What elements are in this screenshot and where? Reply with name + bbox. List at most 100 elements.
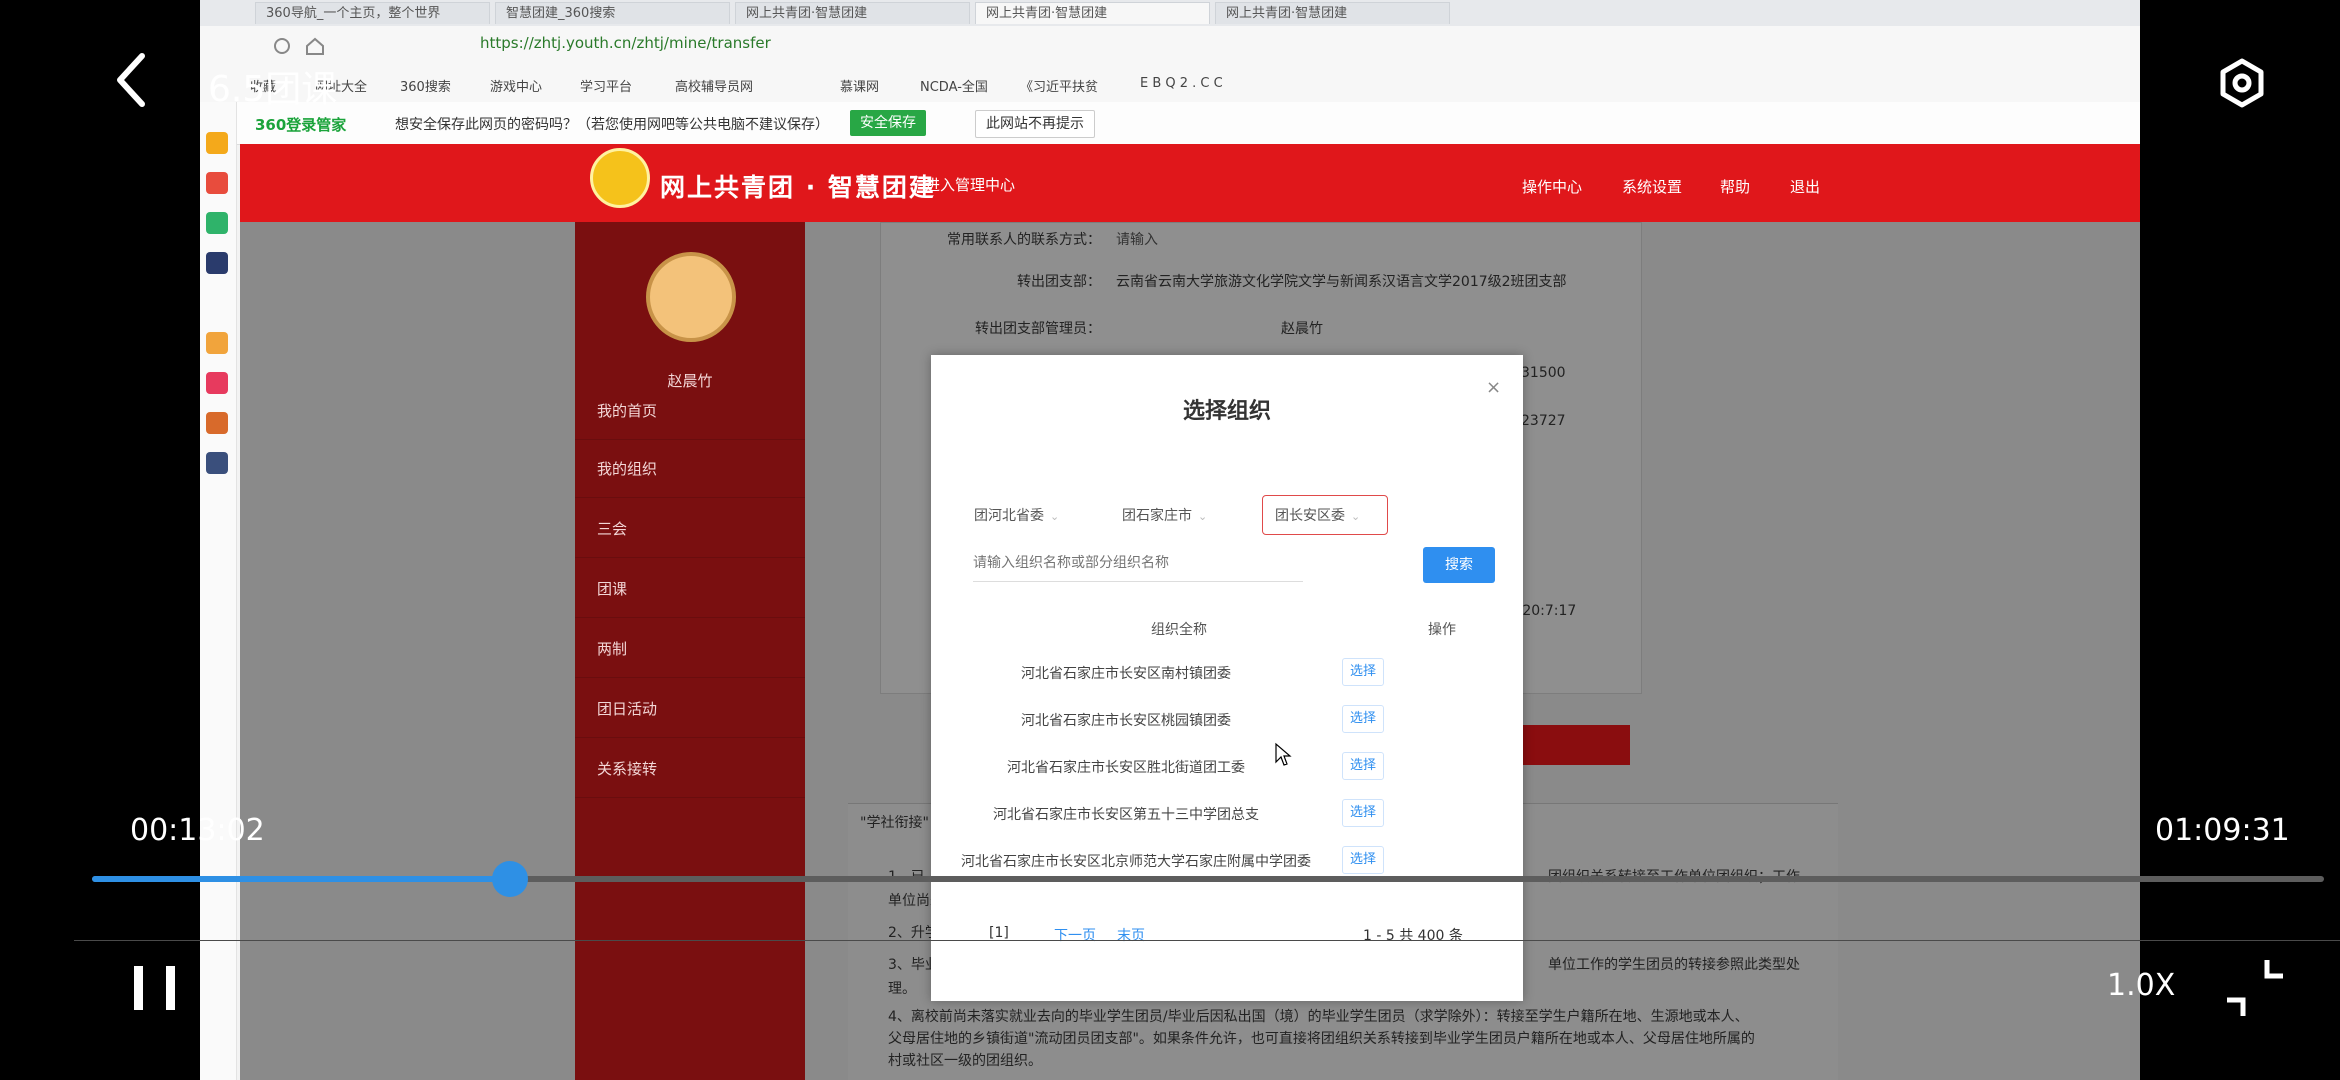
- chevron-down-icon: ⌄: [1050, 510, 1060, 523]
- select-org-button[interactable]: 选择: [1342, 846, 1384, 874]
- never-prompt-button[interactable]: 此网站不再提示: [975, 110, 1095, 138]
- form-value: 云南省云南大学旅游文化学院文学与新闻系汉语言文学2017级2班团支部: [1116, 274, 1567, 290]
- browser-tab-active[interactable]: 网上共青团·智慧团建: [975, 2, 1210, 24]
- url-text[interactable]: https://zhtj.youth.cn/zhtj/mine/transfer: [480, 34, 771, 52]
- chevron-down-icon: ⌄: [1351, 510, 1361, 523]
- site-sidebar: 赵晨竹 我的首页 我的组织 三会 团课 两制 团日活动 关系接转: [575, 222, 805, 1080]
- browser-tab[interactable]: 网上共青团·智慧团建: [735, 2, 970, 24]
- bookmark-item[interactable]: 游戏中心: [490, 76, 542, 95]
- exit-fullscreen-icon[interactable]: [2225, 958, 2285, 1018]
- game-icon[interactable]: [206, 452, 228, 474]
- game-icon[interactable]: [206, 412, 228, 434]
- address-bar: https://zhtj.youth.cn/zhtj/mine/transfer: [200, 26, 2140, 67]
- settings-icon[interactable]: [2216, 48, 2268, 118]
- favorites-icon[interactable]: [206, 132, 228, 154]
- hint-line: 村或社区一级的团组织。: [888, 1053, 1042, 1069]
- form-label: 转出团支部管理员：: [975, 321, 1101, 337]
- app-icon[interactable]: [206, 332, 228, 354]
- table-row: 河北省石家庄市长安区桃园镇团委 选择: [961, 696, 1501, 743]
- hint-line: 4、离校前尚未落实就业去向的毕业学生团员/毕业后因私出国（境）的毕业学生团员（求…: [888, 1009, 1749, 1025]
- province-select-value: 团河北省委: [974, 508, 1044, 524]
- nav-help[interactable]: 帮助: [1720, 176, 1750, 197]
- pause-icon[interactable]: [126, 958, 186, 1018]
- district-select[interactable]: 团长安区委 ⌄: [1262, 495, 1388, 535]
- hint-line: 理。: [888, 981, 916, 997]
- select-org-button[interactable]: 选择: [1342, 799, 1384, 827]
- org-name: 河北省石家庄市长安区胜北街道团工委: [1007, 760, 1245, 776]
- select-org-button[interactable]: 选择: [1342, 658, 1384, 686]
- home-icon[interactable]: [304, 35, 326, 57]
- nav-operation-center[interactable]: 操作中心: [1522, 176, 1582, 197]
- current-time: 00:13:02: [130, 813, 265, 848]
- safe-save-button[interactable]: 安全保存: [850, 110, 926, 136]
- province-select[interactable]: 团河北省委 ⌄: [961, 495, 1091, 535]
- bookmark-item[interactable]: 学习平台: [580, 76, 632, 95]
- seek-handle[interactable]: [492, 861, 528, 897]
- city-select-value: 团石家庄市: [1122, 508, 1192, 524]
- weibo-icon[interactable]: [206, 172, 228, 194]
- bookmark-item[interactable]: NCDA-全国: [920, 76, 988, 95]
- browser-tab[interactable]: 360导航_一个主页，整个世界: [255, 2, 490, 24]
- page-current[interactable]: [1]: [989, 925, 1009, 941]
- sidebar-item-two-systems[interactable]: 两制: [575, 620, 805, 678]
- table-row: 河北省石家庄市长安区胜北街道团工委 选择: [961, 743, 1501, 790]
- chevron-down-icon: ⌄: [1198, 510, 1208, 523]
- hint-title: "学社衔接": [860, 815, 929, 831]
- playback-speed-button[interactable]: 1.0X: [2107, 968, 2175, 1003]
- nav-system-settings[interactable]: 系统设置: [1622, 176, 1682, 197]
- hint-line: 单位工作的学生团员的转接参照此类型处: [1548, 957, 1800, 973]
- password-manager-brand: 360登录管家: [255, 116, 347, 134]
- table-row: 河北省石家庄市长安区第五十三中学团总支 选择: [961, 790, 1501, 837]
- table-row: 河北省石家庄市长安区南村镇团委 选择: [961, 649, 1501, 696]
- page-summary: 1 - 5 共 400 条: [1363, 928, 1463, 944]
- password-save-message: 想安全保存此网页的密码吗？（若您使用网吧等公共电脑不建议保存）: [395, 117, 829, 133]
- bookmark-item[interactable]: 360搜索: [400, 76, 451, 95]
- select-org-button[interactable]: 选择: [1342, 752, 1384, 780]
- app-icon[interactable]: [206, 372, 228, 394]
- refresh-icon[interactable]: [272, 36, 292, 56]
- browser-tab[interactable]: 网上共青团·智慧团建: [1215, 2, 1450, 24]
- password-save-bar: 360登录管家 想安全保存此网页的密码吗？（若您使用网吧等公共电脑不建议保存） …: [200, 102, 2140, 145]
- sidebar-item-meetings[interactable]: 三会: [575, 500, 805, 558]
- video-title: 6.5团课: [208, 69, 338, 110]
- app-icon[interactable]: [206, 252, 228, 274]
- nav-logout[interactable]: 退出: [1790, 176, 1820, 197]
- bookmark-item[interactable]: E B Q 2 . C C: [1140, 76, 1223, 91]
- city-select[interactable]: 团石家庄市 ⌄: [1109, 495, 1239, 535]
- page-next-link[interactable]: 下一页: [1054, 925, 1096, 945]
- browser-side-strip: [200, 102, 237, 1080]
- seek-bar-progress: [92, 876, 510, 882]
- form-value[interactable]: 请输入: [1116, 229, 1158, 249]
- select-org-button[interactable]: 选择: [1342, 705, 1384, 733]
- total-duration: 01:09:31: [2155, 813, 2290, 848]
- mouse-cursor-icon: [1275, 742, 1292, 766]
- avatar: [646, 252, 736, 342]
- bookmarks-bar: 收藏 网址大全 360搜索 游戏中心 学习平台 高校辅导员网 慕课网 NCDA-…: [200, 66, 2140, 103]
- search-button[interactable]: 搜索: [1423, 547, 1495, 583]
- close-icon[interactable]: ×: [1486, 377, 1501, 398]
- sidebar-item-league-day[interactable]: 团日活动: [575, 680, 805, 738]
- form-value-partial: 23727: [1521, 413, 1566, 429]
- dialog-title: 选择组织: [1182, 399, 1271, 424]
- mail-icon[interactable]: [206, 212, 228, 234]
- site-header: [240, 144, 2140, 222]
- sidebar-item-my-org[interactable]: 我的组织: [575, 440, 805, 498]
- back-arrow-icon[interactable]: [104, 42, 160, 118]
- sidebar-item-transfer[interactable]: 关系接转: [575, 740, 805, 798]
- district-select-value: 团长安区委: [1275, 508, 1345, 524]
- sidebar-item-league-class[interactable]: 团课: [575, 560, 805, 618]
- browser-tab[interactable]: 智慧团建_360搜索: [495, 2, 730, 24]
- admin-center-link[interactable]: 进入管理中心: [925, 174, 1015, 195]
- select-organization-dialog: 选择组织 × 团河北省委 ⌄ 团石家庄市 ⌄ 团长安区委 ⌄ 搜索 组织全称 操作 河…: [931, 355, 1523, 1001]
- league-emblem-logo: [590, 148, 650, 208]
- site-title: 网上共青团 · 智慧团建: [660, 173, 936, 202]
- submit-button[interactable]: [1520, 725, 1630, 765]
- sidebar-item-home[interactable]: 我的首页: [575, 382, 805, 440]
- bookmark-item[interactable]: 慕课网: [840, 76, 879, 95]
- org-name: 河北省石家庄市长安区北京师范大学石家庄附属中学团委: [961, 854, 1311, 870]
- column-header-name: 组织全称: [1151, 622, 1207, 638]
- page-last-link[interactable]: 末页: [1117, 925, 1145, 945]
- bookmark-item[interactable]: 《习近平扶贫: [1020, 76, 1098, 95]
- bookmark-item[interactable]: 高校辅导员网: [675, 76, 753, 95]
- org-search-input[interactable]: [973, 545, 1303, 582]
